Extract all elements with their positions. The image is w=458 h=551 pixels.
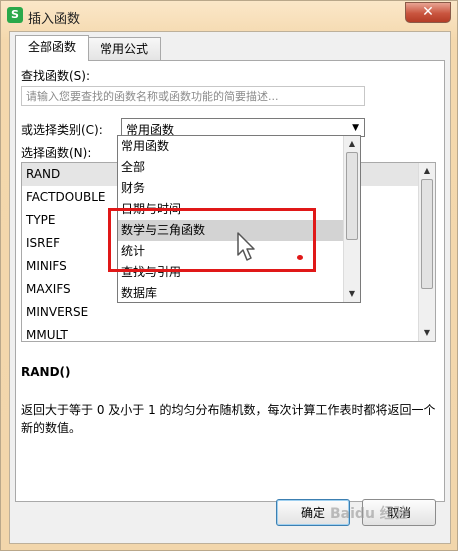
category-option[interactable]: 数据库 — [118, 283, 344, 304]
selected-function-description: 返回大于等于 0 及小于 1 的均匀分布随机数，每次计算工作表时都将返回一个新的… — [21, 403, 436, 435]
category-option[interactable]: 财务 — [118, 178, 344, 199]
tab-all-functions[interactable]: 全部函数 — [15, 35, 89, 61]
tab-common-formulas[interactable]: 常用公式 — [87, 37, 161, 60]
category-option[interactable]: 全部 — [118, 157, 344, 178]
selected-function-name: RAND() — [21, 365, 71, 379]
category-dropdown[interactable]: 常用函数 全部 财务 日期与时间 数学与三角函数 统计 查找与引用 数据库 ▲ … — [117, 135, 361, 303]
chevron-down-icon[interactable]: ▼ — [352, 123, 359, 133]
dropdown-scrollbar[interactable]: ▲ ▼ — [343, 136, 360, 302]
search-input[interactable]: 请输入您要查找的函数名称或函数功能的简要描述... — [21, 86, 365, 106]
close-icon: ✕ — [422, 4, 434, 20]
scroll-up-icon[interactable]: ▲ — [419, 163, 435, 179]
scrollbar-thumb[interactable] — [346, 152, 358, 240]
dialog-title: 插入函数 — [28, 12, 81, 27]
category-option[interactable]: 查找与引用 — [118, 262, 344, 283]
scroll-down-icon[interactable]: ▼ — [344, 286, 360, 302]
scroll-up-icon[interactable]: ▲ — [344, 136, 360, 152]
mouse-cursor-icon — [237, 232, 255, 261]
search-label: 查找函数(S): — [21, 69, 91, 83]
category-label: 或选择类别(C): — [21, 123, 103, 137]
annotation-dot — [297, 255, 303, 260]
list-item[interactable]: MMULT — [22, 324, 435, 347]
category-option[interactable]: 日期与时间 — [118, 199, 344, 220]
list-item[interactable]: MINVERSE — [22, 301, 435, 324]
scroll-down-icon[interactable]: ▼ — [419, 325, 435, 341]
category-options: 常用函数 全部 财务 日期与时间 数学与三角函数 统计 查找与引用 数据库 — [118, 136, 344, 304]
close-button[interactable]: ✕ — [405, 2, 451, 23]
wps-app-icon: S — [7, 7, 23, 23]
scrollbar-thumb[interactable] — [421, 179, 433, 289]
title-bar: S 插入函数 ✕ — [1, 1, 457, 31]
category-option[interactable]: 常用函数 — [118, 136, 344, 157]
function-list-label: 选择函数(N): — [21, 146, 92, 160]
function-list-scrollbar[interactable]: ▲ ▼ — [418, 163, 435, 341]
watermark: Baidu 经验 — [330, 506, 408, 522]
category-option-highlighted[interactable]: 数学与三角函数 — [118, 220, 344, 241]
category-option[interactable]: 统计 — [118, 241, 344, 262]
